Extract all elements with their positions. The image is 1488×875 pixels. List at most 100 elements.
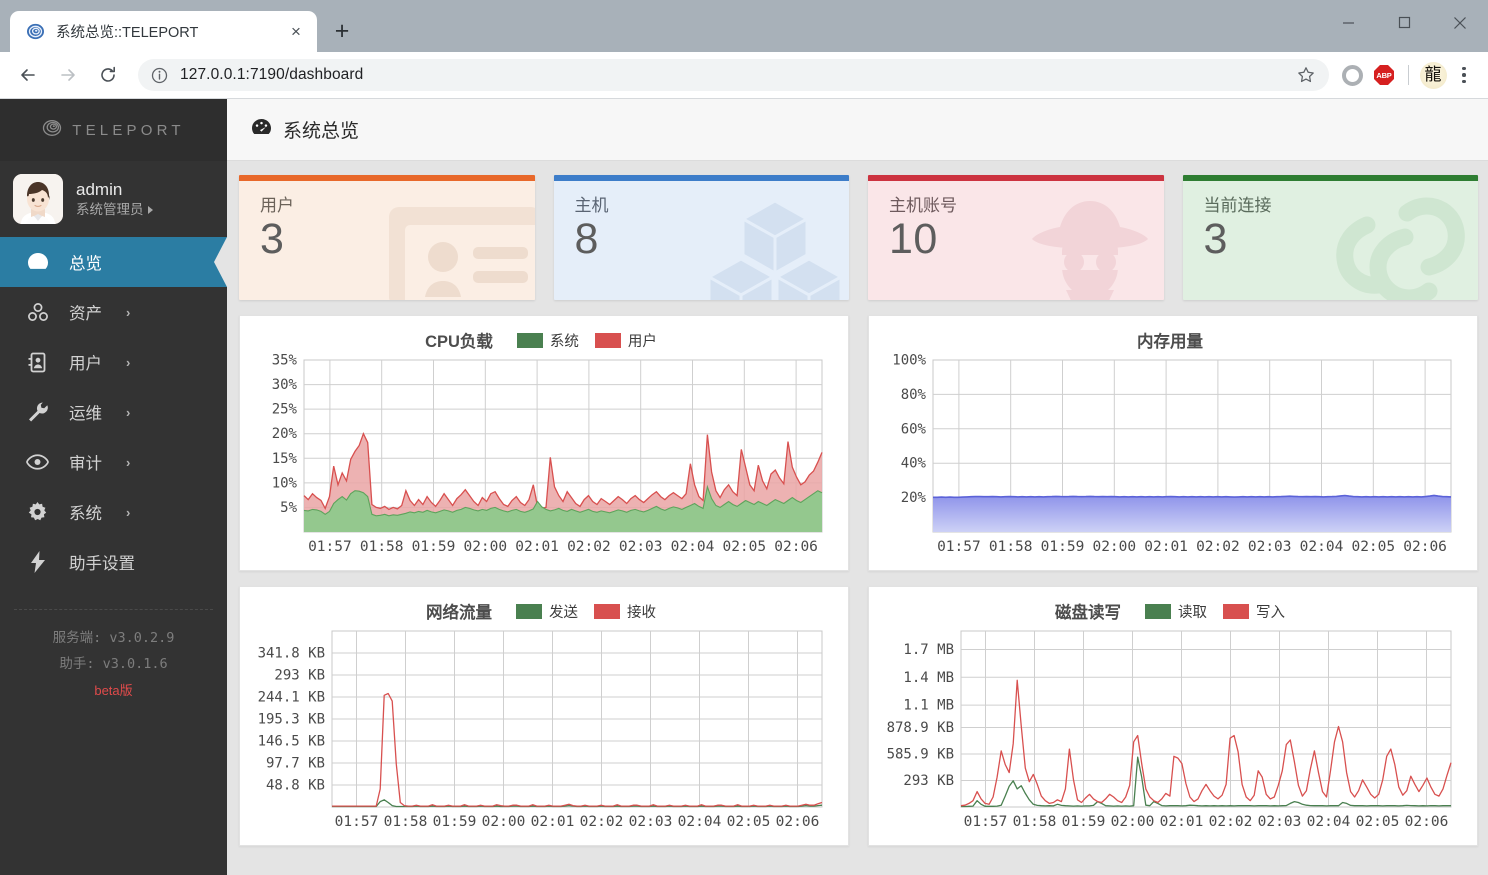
svg-text:100%: 100% — [892, 354, 926, 369]
chart-header: 网络流量 发送 接收 — [246, 597, 836, 625]
sidebar-item-assistant-settings[interactable]: 助手设置 — [0, 537, 227, 587]
legend-item[interactable]: 接收 — [594, 601, 656, 622]
legend-swatch — [1223, 603, 1249, 619]
stat-card-host-accounts[interactable]: 主机账号 10 — [868, 175, 1164, 300]
teleport-spiral-icon — [26, 22, 45, 41]
svg-text:02:01: 02:01 — [515, 539, 559, 555]
svg-text:01:57: 01:57 — [937, 539, 981, 555]
reload-icon[interactable] — [90, 57, 126, 93]
legend-item[interactable]: 系统 — [516, 330, 579, 351]
svg-text:02:03: 02:03 — [1248, 539, 1292, 555]
svg-text:01:59: 01:59 — [1062, 814, 1106, 830]
svg-text:341.8 KB: 341.8 KB — [258, 646, 325, 662]
profile-avatar[interactable]: 龍 — [1418, 60, 1448, 90]
back-icon[interactable] — [10, 57, 46, 93]
legend-swatch — [516, 332, 543, 348]
circle-extension-icon[interactable] — [1337, 60, 1367, 90]
brand-logo[interactable]: TELEPORT — [0, 99, 227, 161]
svg-text:01:58: 01:58 — [384, 814, 428, 830]
browser-window: 系统总览::TELEPORT × + 127.0.0.1:7190/dashbo… — [0, 0, 1488, 875]
bookmark-star-icon[interactable] — [1291, 60, 1321, 90]
brand-text: TELEPORT — [72, 121, 185, 139]
user-role: 系统管理员 — [76, 202, 153, 218]
svg-text:02:06: 02:06 — [776, 814, 820, 830]
card-label: 当前连接 — [1203, 196, 1272, 215]
browser-toolbar: 127.0.0.1:7190/dashboard ABP 龍 — [0, 52, 1488, 99]
chart-panel-cpu: CPU负载 系统 用户 5% 10% 15% 20% 25% 30% 35% 0… — [239, 315, 849, 571]
user-role-label: 系统管理员 — [76, 202, 144, 218]
svg-text:02:04: 02:04 — [1300, 539, 1344, 555]
svg-text:02:00: 02:00 — [1111, 814, 1155, 830]
legend-item[interactable]: 写入 — [1223, 601, 1285, 622]
svg-text:293 KB: 293 KB — [274, 668, 325, 684]
svg-text:02:02: 02:02 — [567, 539, 611, 555]
stat-card-users[interactable]: 用户 3 — [239, 175, 535, 300]
chevron-right-icon: › — [126, 504, 131, 520]
users-icon — [26, 352, 49, 373]
chart-title: 内存用量 — [1137, 333, 1203, 351]
legend-item[interactable]: 用户 — [594, 330, 657, 351]
legend-item[interactable]: 发送 — [516, 601, 578, 622]
dashboard-scroll-area: 用户 3 主机 8 主机账号 10 当前连接 3 CPU负载 系统 用户 5% … — [227, 161, 1488, 875]
chart-header: 磁盘读写 读取 写入 — [875, 597, 1465, 625]
avatar — [13, 174, 63, 224]
toolbar-divider — [1408, 65, 1409, 85]
address-bar[interactable]: 127.0.0.1:7190/dashboard — [138, 59, 1329, 91]
stat-card-current-connections[interactable]: 当前连接 3 — [1182, 175, 1478, 300]
svg-text:02:02: 02:02 — [1196, 539, 1240, 555]
sidebar-footer: 服务端: v3.0.2.9 助手: v3.0.1.6 beta版 — [0, 610, 227, 703]
svg-text:02:00: 02:00 — [1092, 539, 1136, 555]
svg-text:02:02: 02:02 — [580, 814, 624, 830]
sidebar-item-users[interactable]: 用户 › — [0, 337, 227, 387]
browser-tab[interactable]: 系统总览::TELEPORT × — [10, 11, 317, 52]
stat-card-hosts[interactable]: 主机 8 — [553, 175, 849, 300]
svg-text:244.1 KB: 244.1 KB — [258, 690, 325, 706]
svg-text:02:05: 02:05 — [1351, 539, 1395, 555]
adblock-plus-icon[interactable]: ABP — [1369, 60, 1399, 90]
chart-panel-disk: 磁盘读写 读取 写入 293 KB 585.9 KB 878.9 KB 1.1 … — [868, 586, 1478, 846]
beta-badge: beta版 — [94, 682, 133, 698]
server-version: 服务端: v3.0.2.9 — [52, 630, 175, 646]
new-tab-button[interactable]: + — [323, 12, 361, 50]
svg-text:02:06: 02:06 — [1403, 539, 1447, 555]
sidebar-item-system[interactable]: 系统 › — [0, 487, 227, 537]
svg-text:02:01: 02:01 — [1144, 539, 1188, 555]
sidebar-item-ops[interactable]: 运维 › — [0, 387, 227, 437]
svg-text:01:59: 01:59 — [1041, 539, 1085, 555]
maximize-icon[interactable] — [1376, 0, 1432, 45]
svg-text:30%: 30% — [272, 377, 298, 393]
sidebar-item-assets[interactable]: 资产 › — [0, 287, 227, 337]
sidebar-item-audit[interactable]: 审计 › — [0, 437, 227, 487]
minimize-icon[interactable] — [1320, 0, 1376, 45]
chart-legend: 系统 用户 — [516, 330, 657, 351]
svg-text:146.5 KB: 146.5 KB — [258, 734, 325, 750]
browser-menu-icon[interactable] — [1450, 61, 1478, 89]
legend-label: 系统 — [549, 333, 579, 350]
legend-label: 读取 — [1178, 604, 1207, 621]
sidebar-item-overview[interactable]: 总览 — [0, 237, 227, 287]
close-icon[interactable]: × — [283, 19, 309, 45]
chart-plot-area: 293 KB 585.9 KB 878.9 KB 1.1 MB 1.4 MB 1.7 MB… — [875, 625, 1465, 837]
chart-title: CPU负载 — [425, 333, 493, 351]
legend-swatch — [594, 332, 621, 348]
forward-icon[interactable] — [50, 57, 86, 93]
tab-strip: 系统总览::TELEPORT × + — [0, 0, 1488, 52]
svg-text:25%: 25% — [272, 402, 298, 418]
svg-text:60%: 60% — [901, 421, 927, 437]
close-window-icon[interactable] — [1432, 0, 1488, 45]
svg-text:02:05: 02:05 — [722, 539, 766, 555]
extension-icons: ABP 龍 — [1337, 60, 1478, 90]
chart-row-top: CPU负载 系统 用户 5% 10% 15% 20% 25% 30% 35% 0… — [239, 315, 1478, 571]
url-text: 127.0.0.1:7190/dashboard — [180, 66, 364, 83]
chart-header: 内存用量 — [875, 326, 1465, 354]
legend-item[interactable]: 读取 — [1145, 601, 1207, 622]
svg-text:02:00: 02:00 — [463, 539, 507, 555]
sidebar-item-label: 审计 — [69, 455, 102, 473]
chart-title: 磁盘读写 — [1055, 604, 1121, 622]
card-value: 8 — [574, 215, 599, 263]
user-profile-block[interactable]: admin 系统管理员 — [0, 161, 227, 237]
info-icon[interactable] — [151, 67, 168, 84]
chart-legend: 发送 接收 — [516, 601, 656, 622]
chevron-right-icon: › — [126, 454, 131, 470]
sidebar-nav: 总览 资产 › 用户 › 运维 › 审计 › 系统 › 助手设置 — [0, 237, 227, 587]
